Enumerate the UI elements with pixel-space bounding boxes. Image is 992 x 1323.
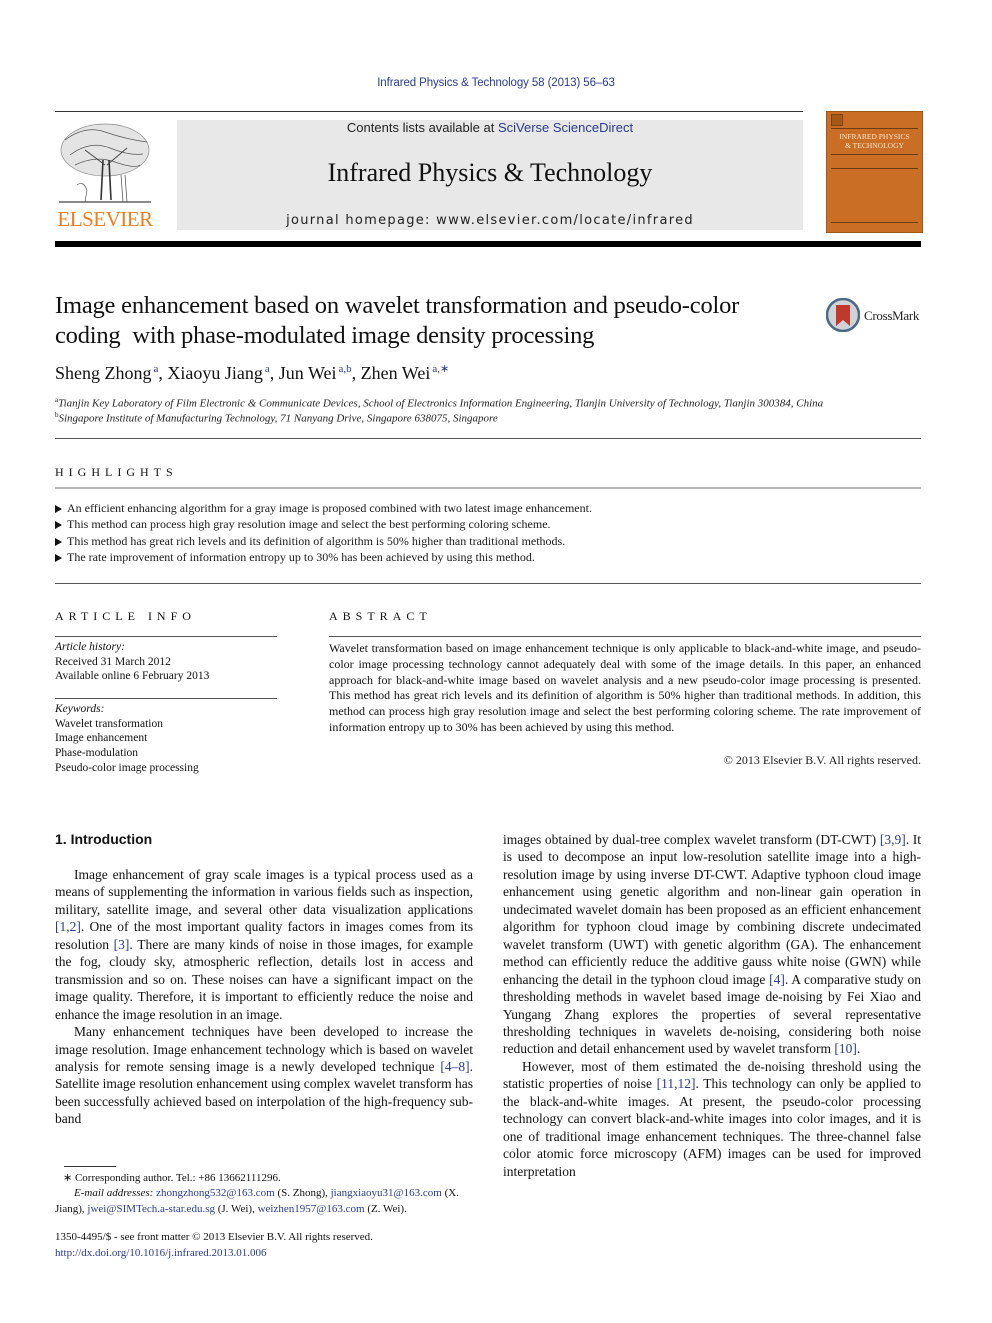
article-title-line1: Image enhancement based on wavelet trans… bbox=[55, 292, 740, 319]
triangle-bullet-icon bbox=[55, 505, 62, 513]
reference-link[interactable]: [3,9] bbox=[880, 832, 906, 847]
triangle-bullet-icon bbox=[55, 553, 62, 562]
author[interactable]: Zhen Wei a,∗ bbox=[361, 363, 450, 383]
header-top-rule bbox=[55, 111, 803, 112]
highlights-heading: HIGHLIGHTS bbox=[55, 465, 178, 479]
highlight-item: The rate improvement of information entr… bbox=[55, 549, 921, 565]
keyword: Image enhancement bbox=[55, 732, 148, 745]
author-separator: , bbox=[351, 363, 361, 383]
reference-link[interactable]: [11,12] bbox=[657, 1076, 696, 1091]
triangle-bullet-icon bbox=[55, 537, 62, 546]
crossmark-icon bbox=[826, 298, 860, 332]
cover-rule bbox=[831, 168, 918, 169]
journal-homepage: journal homepage: www.elsevier.com/locat… bbox=[177, 213, 803, 228]
section-heading-introduction: 1. Introduction bbox=[55, 831, 153, 847]
reference-link[interactable]: [4] bbox=[769, 972, 785, 987]
corresponding-author-note: ∗ Corresponding author. Tel.: +86 136621… bbox=[63, 1172, 281, 1184]
cover-rule bbox=[831, 154, 918, 155]
available-date: Available online 6 February 2013 bbox=[55, 670, 210, 683]
footnote-rule bbox=[64, 1166, 116, 1167]
paragraph: Many enhancement techniques have been de… bbox=[55, 1024, 473, 1127]
keywords: Keywords: Wavelet transformation Image e… bbox=[55, 702, 199, 776]
author[interactable]: Jun Wei a,b bbox=[279, 363, 352, 383]
divider bbox=[55, 583, 921, 584]
email-link[interactable]: jwei@SIMTech.a-star.edu.sg bbox=[87, 1203, 215, 1215]
journal-title: Infrared Physics & Technology bbox=[327, 158, 653, 187]
elsevier-tree-icon bbox=[59, 123, 151, 203]
highlight-item: An efficient enhancing algorithm for a g… bbox=[55, 500, 921, 516]
divider bbox=[55, 698, 277, 699]
affiliation-b: bSingapore Institute of Manufacturing Te… bbox=[55, 411, 498, 425]
author-affil-mark[interactable]: a,∗ bbox=[432, 363, 449, 375]
body-column-right: images obtained by dual-tree complex wav… bbox=[503, 831, 921, 1180]
keywords-label: Keywords: bbox=[55, 703, 105, 715]
issn-copyright: 1350-4495/$ - see front matter © 2013 El… bbox=[55, 1231, 373, 1243]
journal-cover-thumbnail[interactable]: INFRARED PHYSICS & TECHNOLOGY bbox=[826, 111, 923, 233]
homepage-link[interactable]: www.elsevier.com/locate/infrared bbox=[436, 213, 694, 228]
elsevier-wordmark: ELSEVIER bbox=[57, 207, 153, 231]
paragraph: images obtained by dual-tree complex wav… bbox=[503, 832, 922, 1057]
author[interactable]: Sheng Zhong a bbox=[55, 363, 158, 383]
history-label: Article history: bbox=[55, 641, 125, 653]
journal-citation[interactable]: Infrared Physics & Technology 58 (2013) … bbox=[0, 77, 992, 89]
highlight-item: This method has great rich levels and it… bbox=[55, 533, 921, 549]
received-date: Received 31 March 2012 bbox=[55, 655, 171, 668]
contents-prefix: Contents lists available at bbox=[346, 120, 498, 135]
reference-link[interactable]: [10] bbox=[834, 1041, 857, 1056]
cover-title: INFRARED PHYSICS & TECHNOLOGY bbox=[827, 132, 922, 150]
triangle-bullet-icon bbox=[55, 521, 62, 530]
email-link[interactable]: zhongzhong532@163.com bbox=[156, 1187, 275, 1199]
author-affil-mark[interactable]: a,b bbox=[338, 363, 351, 375]
author-separator: , bbox=[269, 363, 279, 383]
email-addresses: E-mail addresses: zhongzhong532@163.com … bbox=[55, 1187, 459, 1215]
paragraph: However, most of them estimated the de-n… bbox=[503, 1058, 921, 1179]
abstract-text: Wavelet transformation based on image en… bbox=[329, 641, 921, 734]
homepage-label: journal homepage: bbox=[286, 213, 437, 228]
header-thick-rule bbox=[55, 241, 921, 247]
cover-rule bbox=[831, 222, 918, 223]
reference-link[interactable]: [3] bbox=[114, 937, 130, 952]
divider bbox=[55, 438, 921, 439]
article-info-heading: ARTICLE INFO bbox=[55, 609, 196, 623]
email-label: E-mail addresses: bbox=[74, 1187, 157, 1199]
divider bbox=[55, 487, 921, 489]
affiliation-a: aTianjin Key Laboratory of Film Electron… bbox=[55, 396, 824, 410]
article-title-line2: coding with phase-modulated image densit… bbox=[55, 322, 595, 349]
journal-header-box: Contents lists available at SciVerse Sci… bbox=[177, 120, 803, 230]
contents-availability: Contents lists available at SciVerse Sci… bbox=[177, 120, 803, 135]
divider bbox=[329, 636, 921, 637]
abstract-heading: ABSTRACT bbox=[329, 609, 432, 623]
front-matter: 1350-4495/$ - see front matter © 2013 El… bbox=[55, 1230, 485, 1261]
crossmark-badge[interactable]: CrossMark bbox=[826, 298, 926, 334]
email-link[interactable]: weizhen1957@163.com bbox=[258, 1203, 365, 1215]
body-column-left: Image enhancement of gray scale images i… bbox=[55, 866, 473, 1128]
doi-link[interactable]: http://dx.doi.org/10.1016/j.infrared.201… bbox=[55, 1247, 267, 1259]
divider bbox=[55, 636, 277, 637]
article-history: Article history: Received 31 March 2012 … bbox=[55, 640, 209, 684]
reference-link[interactable]: [1,2] bbox=[55, 919, 81, 934]
crossmark-label: CrossMark bbox=[864, 308, 920, 323]
cover-title-line1: INFRARED PHYSICS bbox=[839, 132, 910, 141]
keyword: Wavelet transformation bbox=[55, 717, 163, 730]
keyword: Phase-modulation bbox=[55, 747, 139, 760]
article-title: Image enhancement based on wavelet trans… bbox=[55, 291, 815, 351]
sciencedirect-link[interactable]: SciVerse ScienceDirect bbox=[498, 120, 633, 135]
paragraph: Image enhancement of gray scale images i… bbox=[55, 867, 473, 1022]
cover-title-line2: & TECHNOLOGY bbox=[845, 141, 904, 150]
author[interactable]: Xiaoyu Jiang a bbox=[167, 363, 269, 383]
keyword: Pseudo-color image processing bbox=[55, 761, 199, 774]
highlights-list: An efficient enhancing algorithm for a g… bbox=[55, 500, 921, 565]
highlight-item: This method can process high gray resolu… bbox=[55, 516, 921, 532]
reference-link[interactable]: [4–8] bbox=[440, 1059, 469, 1074]
cover-rule bbox=[831, 128, 918, 129]
author-list: Sheng Zhong a, Xiaoyu Jiang a, Jun Wei a,b,… bbox=[55, 362, 449, 384]
cover-publisher-mark bbox=[831, 114, 843, 126]
elsevier-logo[interactable]: ELSEVIER bbox=[55, 120, 155, 232]
abstract-copyright: © 2013 Elsevier B.V. All rights reserved… bbox=[723, 753, 921, 767]
email-link[interactable]: jiangxiaoyu31@163.com bbox=[331, 1187, 442, 1199]
